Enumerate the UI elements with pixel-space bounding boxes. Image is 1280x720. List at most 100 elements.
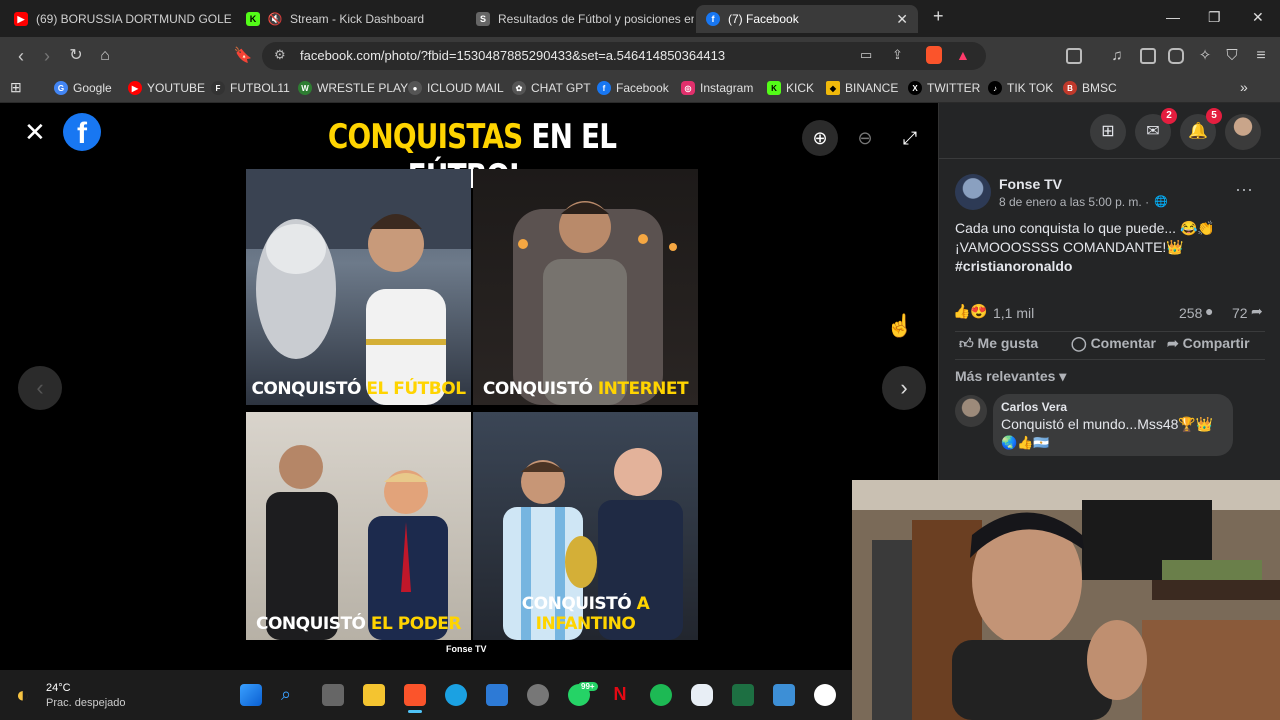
reload-icon[interactable]: ↻	[65, 45, 87, 67]
site-settings-icon[interactable]: ⚙	[274, 47, 286, 63]
previous-photo-icon[interactable]: ‹	[18, 366, 62, 410]
post-date[interactable]: 8 de enero a las 5:00 p. m. ·	[999, 195, 1149, 209]
bookmark-label: Instagram	[700, 81, 754, 95]
bookmark-youtube[interactable]: ▶ YOUTUBE	[128, 81, 205, 95]
share-button[interactable]: ➦ Compartir	[1167, 335, 1250, 352]
zoom-in-icon[interactable]: ⊕	[802, 120, 838, 156]
home-icon[interactable]: ⌂	[94, 45, 116, 67]
close-viewer-icon[interactable]: ✕	[24, 119, 46, 145]
more-options-icon[interactable]: ···	[1235, 179, 1253, 200]
share-icon[interactable]: ⇪	[892, 47, 903, 63]
weather-temp[interactable]: 24°C	[46, 682, 71, 694]
commenter-avatar[interactable]	[955, 395, 987, 427]
menu-grid-icon[interactable]: ⊞	[1090, 114, 1126, 150]
itunes-icon[interactable]	[814, 684, 836, 706]
bookmark-kick[interactable]: K KICK	[767, 81, 814, 95]
weather-desc[interactable]: Prac. despejado	[46, 697, 126, 709]
bookmark-tiktok[interactable]: ♪ TIK TOK	[988, 81, 1053, 95]
wallet-icon[interactable]	[1066, 48, 1082, 64]
futbol11-icon: F	[211, 81, 225, 95]
next-photo-icon[interactable]: ›	[882, 366, 926, 410]
bookmark-chatgpt[interactable]: ✿ CHAT GPT	[512, 81, 591, 95]
netflix-icon[interactable]: N	[609, 684, 631, 706]
vpn-shield-icon[interactable]: ⛉	[1221, 45, 1243, 67]
whatsapp-badge: 99+	[578, 682, 598, 691]
reaction-count[interactable]: 1,1 mil	[993, 305, 1034, 321]
media-icon[interactable]: ♫	[1106, 45, 1128, 67]
wrestleplay-icon: W	[298, 81, 312, 95]
cast-icon[interactable]: ▭	[860, 47, 872, 63]
brave-browser-icon[interactable]	[404, 684, 426, 706]
apps-grid-icon[interactable]: ⊞	[10, 79, 22, 96]
post-hashtag[interactable]: #cristianoronaldo	[955, 258, 1072, 274]
bookmark-wrestleplay[interactable]: W WRESTLE PLAY	[298, 81, 408, 95]
fullscreen-icon[interactable]: ⤢	[892, 120, 928, 156]
windows-start-icon[interactable]	[240, 684, 262, 706]
tab-sofascore[interactable]: S Resultados de Fútbol y posiciones en	[466, 5, 694, 33]
share-count[interactable]: 72	[1232, 305, 1248, 321]
forward-icon[interactable]: ›	[36, 45, 58, 67]
tab-youtube[interactable]: ▶ (69) BORUSSIA DORTMUND GOLEÓ	[4, 5, 232, 33]
tab-facebook[interactable]: f (7) Facebook ✕	[696, 5, 918, 33]
bookmark-icloud-mail[interactable]: ● ICLOUD MAIL	[408, 81, 504, 95]
bookmark-futbol11[interactable]: F FUTBOL11	[211, 81, 290, 95]
facebook-logo-icon[interactable]: f	[63, 113, 101, 151]
reaction-icons[interactable]: 👍😍	[953, 303, 988, 320]
bookmark-google[interactable]: G Google	[54, 81, 112, 95]
instagram-icon: ◎	[681, 81, 695, 95]
sort-comments[interactable]: Más relevantes ▾	[955, 368, 1066, 385]
panel-caption: CONQUISTÓ A INFANTINO	[473, 594, 698, 634]
tab-kick[interactable]: K 🔇 Stream - Kick Dashboard	[236, 5, 464, 33]
search-icon[interactable]: ⌕	[281, 684, 303, 706]
comment-author[interactable]: Carlos Vera	[1001, 400, 1067, 414]
settings-icon[interactable]	[527, 684, 549, 706]
meme-title-yellow: CONQUISTAS	[327, 117, 523, 157]
bookmark-binance[interactable]: ◆ BINANCE	[826, 81, 898, 95]
menu-icon[interactable]: ≡	[1250, 45, 1272, 67]
minimize-icon[interactable]: —	[1166, 9, 1180, 25]
comment-button[interactable]: ◯ Comentar	[1071, 335, 1156, 352]
crypto-wallet-icon[interactable]	[1168, 48, 1184, 64]
spotify-icon[interactable]	[650, 684, 672, 706]
brave-shield-icon[interactable]	[926, 46, 942, 64]
bookmark-facebook[interactable]: f Facebook	[597, 81, 669, 95]
icloud-icon[interactable]	[691, 684, 713, 706]
messenger-icon[interactable]: ✉ 2	[1135, 108, 1177, 150]
maximize-icon[interactable]: ❐	[1208, 9, 1221, 26]
bookmark-twitter[interactable]: X TWITTER	[908, 81, 980, 95]
url-bar[interactable]: ⚙ facebook.com/photo/?fbid=1530487885290…	[262, 42, 986, 70]
file-explorer-icon[interactable]	[363, 684, 385, 706]
store-icon[interactable]	[486, 684, 508, 706]
sidebar-icon[interactable]	[1140, 48, 1156, 64]
bookmark-icon[interactable]: 🔖	[232, 45, 254, 67]
back-icon[interactable]: ‹	[10, 45, 32, 67]
like-button[interactable]: 👍︎ Me gusta	[959, 335, 1038, 352]
task-view-icon[interactable]	[322, 684, 344, 706]
author-name[interactable]: Fonse TV	[999, 176, 1062, 192]
bookmark-bmsc[interactable]: B BMSC	[1063, 81, 1117, 95]
excel-icon[interactable]	[732, 684, 754, 706]
tab-label: Stream - Kick Dashboard	[290, 12, 425, 26]
brave-rewards-icon[interactable]: ▲	[956, 47, 970, 63]
profile-avatar[interactable]	[1225, 114, 1261, 150]
more-bookmarks-icon[interactable]: »	[1240, 79, 1248, 95]
caption-white: CONQUISTÓ	[482, 379, 598, 399]
comment-count[interactable]: 258	[1179, 305, 1202, 321]
leo-ai-icon[interactable]: ✧	[1194, 45, 1216, 67]
meme-brand-watermark: Fonse TV	[446, 644, 487, 654]
weather-icon[interactable]: ◐	[16, 682, 29, 708]
notifications-icon[interactable]: 🔔 5	[1180, 108, 1222, 150]
close-tab-icon[interactable]: ✕	[896, 11, 908, 28]
new-tab-icon[interactable]: +	[933, 6, 944, 27]
edge-icon[interactable]	[445, 684, 467, 706]
caption-white: CONQUISTÓ	[255, 614, 371, 634]
bookmark-label: Facebook	[616, 81, 669, 95]
author-avatar[interactable]	[955, 174, 991, 210]
caption-white: CONQUISTÓ	[521, 594, 637, 614]
photos-icon[interactable]	[773, 684, 795, 706]
bookmark-label: WRESTLE PLAY	[317, 81, 409, 95]
close-window-icon[interactable]: ✕	[1252, 9, 1264, 26]
taskbar: ◐ 24°C Prac. despejado ⌕ 99+ N	[0, 670, 852, 720]
zoom-out-icon[interactable]: ⊖	[847, 120, 883, 156]
bookmark-instagram[interactable]: ◎ Instagram	[681, 81, 753, 95]
